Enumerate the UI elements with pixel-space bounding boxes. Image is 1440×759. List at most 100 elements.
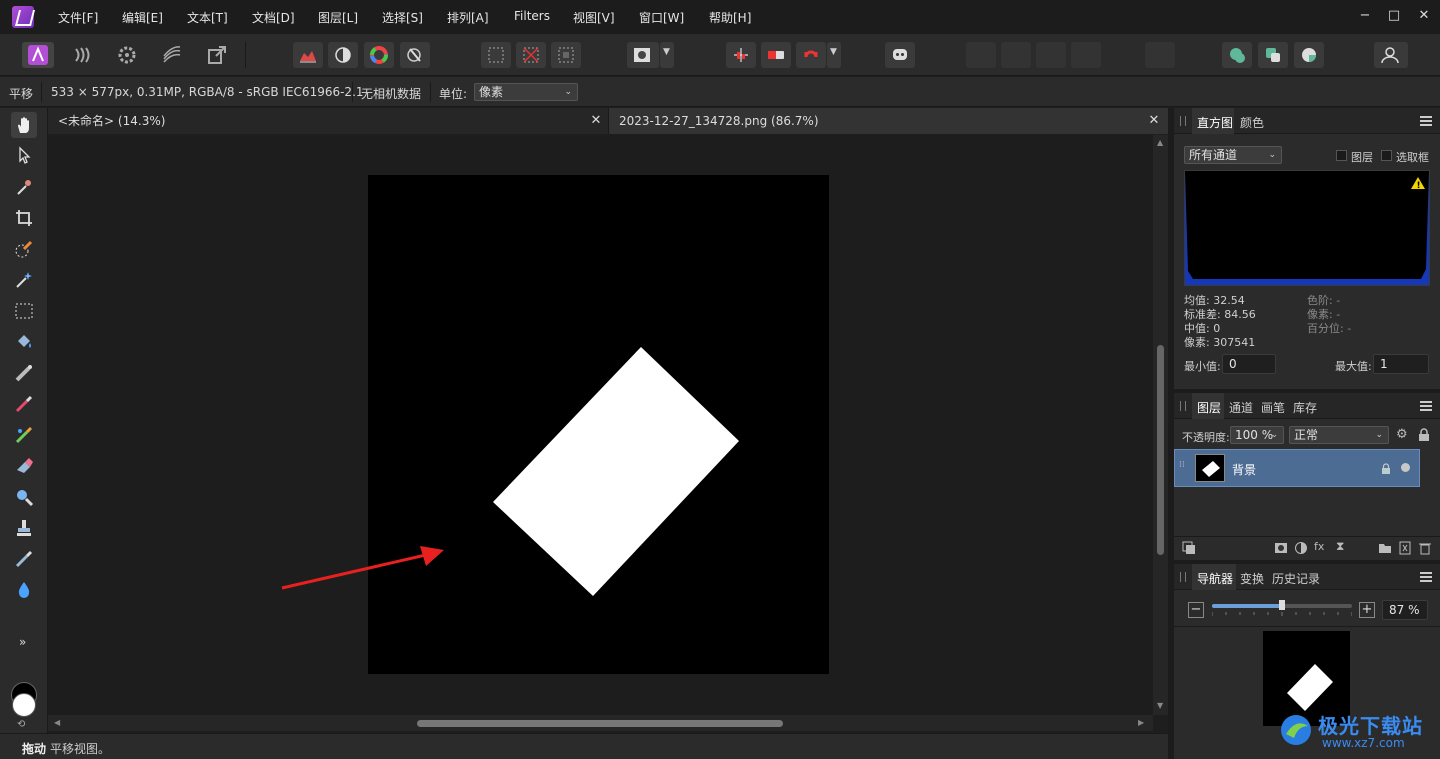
invert-selection-button[interactable]	[551, 42, 581, 68]
new-layer-icon[interactable]	[1398, 541, 1412, 555]
tab-history[interactable]: 历史记录	[1272, 570, 1320, 587]
channel-select[interactable]: 所有通道 ⌄	[1184, 146, 1282, 164]
healing-brush-tool[interactable]	[11, 546, 37, 572]
menu-filters[interactable]: Filters	[514, 9, 550, 23]
auto-adjust-button[interactable]	[400, 42, 430, 68]
scroll-right-icon[interactable]: ▶	[1138, 718, 1144, 727]
white-balance-button[interactable]	[328, 42, 358, 68]
layer-checkbox[interactable]	[1336, 150, 1347, 161]
flood-fill-tool[interactable]	[11, 329, 37, 355]
tab-png-document[interactable]: 2023-12-27_134728.png (86.7%)	[609, 108, 1168, 134]
selection-checkbox[interactable]	[1381, 150, 1392, 161]
mixer-brush-tool[interactable]	[11, 422, 37, 448]
photo-persona-button[interactable]	[22, 42, 54, 68]
hsl-button[interactable]	[364, 42, 394, 68]
menu-view[interactable]: 视图[V]	[573, 9, 615, 26]
unit-select[interactable]: 像素 ⌄	[474, 83, 578, 101]
menu-window[interactable]: 窗口[W]	[639, 9, 684, 26]
tab-color[interactable]: 颜色	[1240, 114, 1264, 131]
panel-menu-icon[interactable]	[1420, 401, 1432, 411]
export-persona-button[interactable]	[202, 42, 232, 68]
selection-brush-tool[interactable]	[11, 236, 37, 262]
menu-document[interactable]: 文档[D]	[252, 9, 295, 26]
gear-icon[interactable]: ⚙	[1396, 427, 1408, 442]
tab-stock[interactable]: 库存	[1293, 399, 1317, 416]
move-tool[interactable]	[11, 142, 37, 168]
minimize-button[interactable]: −	[1357, 8, 1373, 24]
crop-tool[interactable]	[11, 205, 37, 231]
menu-layer[interactable]: 图层[L]	[318, 9, 358, 26]
clone-brush-tool[interactable]	[11, 515, 37, 541]
vertical-scroll-thumb[interactable]	[1157, 345, 1164, 555]
zoom-out-button[interactable]: −	[1188, 602, 1204, 618]
flood-select-tool[interactable]	[11, 267, 37, 293]
assistant-button[interactable]	[761, 42, 791, 68]
deselect-button[interactable]	[516, 42, 546, 68]
tab-brushes[interactable]: 画笔	[1261, 399, 1285, 416]
view-tool[interactable]	[11, 112, 37, 138]
arrange-backward-button[interactable]	[1001, 42, 1031, 68]
tab-transform[interactable]: 变换	[1240, 570, 1264, 587]
maximize-button[interactable]: □	[1386, 8, 1402, 24]
lock-icon[interactable]	[1418, 428, 1430, 442]
vertical-scrollbar[interactable]: ▲ ▼	[1153, 135, 1168, 715]
horizontal-scroll-thumb[interactable]	[417, 720, 783, 727]
zoom-in-button[interactable]: +	[1359, 602, 1375, 618]
more-tools-icon[interactable]: »	[19, 635, 26, 649]
arrange-front-button[interactable]	[1071, 42, 1101, 68]
scroll-left-icon[interactable]: ◀	[54, 718, 60, 727]
levels-adjust-button[interactable]	[293, 42, 323, 68]
adjustment-layer-icon[interactable]	[1294, 541, 1308, 555]
rectangular-marquee-tool[interactable]	[11, 298, 37, 324]
layer-row-background[interactable]: ⁞⁞ 背景	[1174, 449, 1420, 487]
folder-icon[interactable]	[1378, 541, 1392, 555]
fx-icon[interactable]: fx	[1314, 540, 1324, 553]
tab-navigator[interactable]: 导航器	[1197, 570, 1233, 587]
menu-text[interactable]: 文本[T]	[187, 9, 228, 26]
tab-histogram[interactable]: 直方图	[1197, 114, 1233, 131]
align-button[interactable]	[1145, 42, 1175, 68]
zoom-value-field[interactable]: 87 %	[1382, 600, 1428, 620]
scroll-down-icon[interactable]: ▼	[1157, 701, 1163, 710]
menu-arrange[interactable]: 排列[A]	[447, 9, 489, 26]
erase-brush-tool[interactable]	[11, 453, 37, 479]
quick-mask-dropdown[interactable]: ▼	[660, 42, 674, 68]
arrange-back-button[interactable]	[966, 42, 996, 68]
magnet-snap-button[interactable]	[796, 42, 826, 68]
menu-help[interactable]: 帮助[H]	[709, 9, 751, 26]
trash-icon[interactable]	[1418, 541, 1432, 555]
panel-grip-icon[interactable]	[1180, 401, 1186, 411]
color-picker-tool[interactable]	[11, 174, 37, 200]
panel-menu-icon[interactable]	[1420, 572, 1432, 582]
horizontal-scrollbar[interactable]: ◀ ▶	[48, 715, 1153, 731]
menu-select[interactable]: 选择[S]	[382, 9, 423, 26]
liquify-persona-button[interactable]	[68, 42, 98, 68]
tab-close-icon[interactable]: ✕	[589, 114, 603, 128]
blur-brush-tool[interactable]	[11, 577, 37, 603]
boolean-intersect-button[interactable]	[1294, 42, 1324, 68]
menu-file[interactable]: 文件[F]	[58, 9, 98, 26]
arrange-forward-button[interactable]	[1036, 42, 1066, 68]
quick-mask-button[interactable]	[627, 42, 659, 68]
tab-layers[interactable]: 图层	[1197, 399, 1221, 416]
primary-color-swatch[interactable]	[12, 693, 36, 717]
select-all-button[interactable]	[481, 42, 511, 68]
min-value-field[interactable]: 0	[1222, 354, 1276, 374]
gradient-tool[interactable]	[11, 360, 37, 386]
layer-lock-icon[interactable]	[1381, 463, 1391, 475]
scroll-up-icon[interactable]: ▲	[1157, 138, 1163, 147]
menu-edit[interactable]: 编辑[E]	[122, 9, 163, 26]
close-window-button[interactable]: ✕	[1416, 8, 1432, 24]
account-button[interactable]	[1374, 42, 1408, 68]
panel-grip-icon[interactable]	[1180, 116, 1186, 126]
layer-visibility-icon[interactable]	[1401, 463, 1410, 472]
boolean-add-button[interactable]	[1222, 42, 1252, 68]
swap-colors-icon[interactable]: ⟲	[17, 719, 25, 730]
tab-close-icon[interactable]: ✕	[1147, 114, 1161, 128]
develop-persona-button[interactable]	[112, 42, 142, 68]
assistant-manager-button[interactable]	[885, 42, 915, 68]
boolean-subtract-button[interactable]	[1258, 42, 1288, 68]
tab-channels[interactable]: 通道	[1229, 399, 1253, 416]
zoom-slider-thumb[interactable]	[1279, 600, 1285, 610]
zoom-tool[interactable]	[11, 484, 37, 510]
